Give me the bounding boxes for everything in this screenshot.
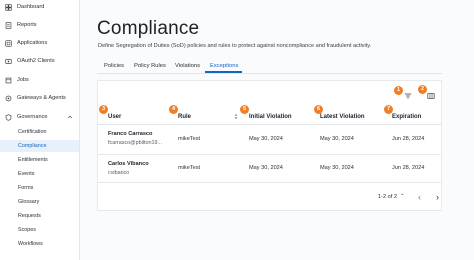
- page-title: Compliance: [97, 18, 200, 39]
- tabs-divider: [97, 72, 442, 74]
- sidebar-item-reports[interactable]: Reports: [0, 19, 79, 31]
- sidebar-item-label: Applications: [17, 40, 48, 46]
- column-header-initial-violation[interactable]: Initial Violation: [249, 114, 292, 120]
- row-1-latest-violation: May 30, 2024: [320, 136, 354, 142]
- applications-icon: [5, 39, 12, 47]
- row-2-expiration: Jun 28, 2024: [392, 165, 425, 171]
- next-page-button[interactable]: ›: [436, 192, 439, 202]
- pagination-range: 1-2 of 2: [378, 194, 397, 200]
- sidebar-item-scopes[interactable]: Scopes: [0, 224, 79, 236]
- previous-page-button[interactable]: ‹: [418, 192, 421, 202]
- callout-badge-6: 6: [314, 105, 323, 114]
- callout-badge-2: 2: [418, 85, 427, 94]
- sidebar-item-label: OAuth2 Clients: [17, 58, 55, 64]
- sidebar-item-dashboard[interactable]: Dashboard: [0, 1, 79, 13]
- sidebar-item-label: Gateways & Agents: [17, 95, 66, 101]
- callout-badge-1: 1: [394, 86, 403, 95]
- gateways-icon: [5, 95, 12, 102]
- sidebar-item-label: Reports: [17, 22, 37, 28]
- page-description: Define Segregation of Duties (SoD) polic…: [98, 43, 372, 49]
- sidebar-item-applications[interactable]: Applications: [0, 37, 79, 49]
- column-header-user[interactable]: User: [108, 114, 121, 120]
- row-2-user-name[interactable]: Carlos Vibanco: [108, 161, 149, 167]
- header-divider: [97, 124, 442, 125]
- callout-badge-7: 7: [384, 105, 393, 114]
- governance-icon: [5, 113, 12, 121]
- column-header-expiration[interactable]: Expiration: [392, 114, 421, 120]
- row-1-initial-violation: May 30, 2024: [249, 136, 283, 142]
- row-divider: [97, 154, 442, 155]
- row-divider: [97, 182, 442, 183]
- sidebar-item-label: Jobs: [17, 77, 29, 83]
- sidebar-item-gateways-agents[interactable]: Gateways & Agents: [0, 92, 79, 104]
- sidebar-item-compliance[interactable]: Compliance: [0, 140, 79, 152]
- sidebar-item-certification[interactable]: Certification: [0, 126, 79, 138]
- row-1-user-name[interactable]: Franco Carrasco: [108, 131, 152, 137]
- filter-icon[interactable]: [404, 92, 412, 100]
- sidebar: Dashboard Reports Applications OAuth2 Cl…: [0, 0, 80, 260]
- sidebar-item-label: Dashboard: [17, 4, 45, 10]
- row-2-rule: mikeTest: [178, 165, 201, 171]
- sidebar-item-requests[interactable]: Requests: [0, 210, 79, 222]
- column-header-rule[interactable]: Rule: [178, 114, 191, 120]
- dashboard-icon: [5, 3, 12, 11]
- sidebar-item-events[interactable]: Events: [0, 168, 79, 180]
- sidebar-item-label: Governance: [17, 114, 48, 120]
- sidebar-item-governance[interactable]: Governance: [0, 111, 79, 123]
- callout-badge-5: 5: [240, 105, 249, 114]
- sidebar-item-entitlements[interactable]: Entitlements: [0, 154, 79, 166]
- row-1-user-email: fcarrasco@pbilton19...: [108, 140, 163, 146]
- callout-badge-4: 4: [169, 105, 178, 114]
- oauth-icon: [5, 58, 12, 65]
- row-2-initial-violation: May 30, 2024: [249, 165, 283, 171]
- sidebar-item-glossary[interactable]: Glossary: [0, 196, 79, 208]
- row-2-user-username: cvibanco: [108, 170, 130, 176]
- sidebar-item-oauth2-clients[interactable]: OAuth2 Clients: [0, 55, 79, 67]
- chevron-up-icon[interactable]: [67, 114, 73, 120]
- pagination-dropdown-icon[interactable]: ⌄: [400, 191, 405, 197]
- columns-icon[interactable]: [427, 92, 435, 100]
- jobs-icon: [5, 77, 12, 84]
- sidebar-item-forms[interactable]: Forms: [0, 182, 79, 194]
- sort-icon[interactable]: [234, 113, 238, 120]
- callout-badge-3: 3: [99, 105, 108, 114]
- reports-icon: [5, 21, 12, 29]
- row-2-latest-violation: May 30, 2024: [320, 165, 354, 171]
- sidebar-item-jobs[interactable]: Jobs: [0, 74, 79, 86]
- row-1-expiration: Jun 28, 2024: [392, 136, 425, 142]
- row-1-rule: mikeTest: [178, 136, 201, 142]
- column-header-latest-violation[interactable]: Latest Violation: [320, 114, 365, 120]
- sidebar-item-workflows[interactable]: Workflows: [0, 238, 79, 250]
